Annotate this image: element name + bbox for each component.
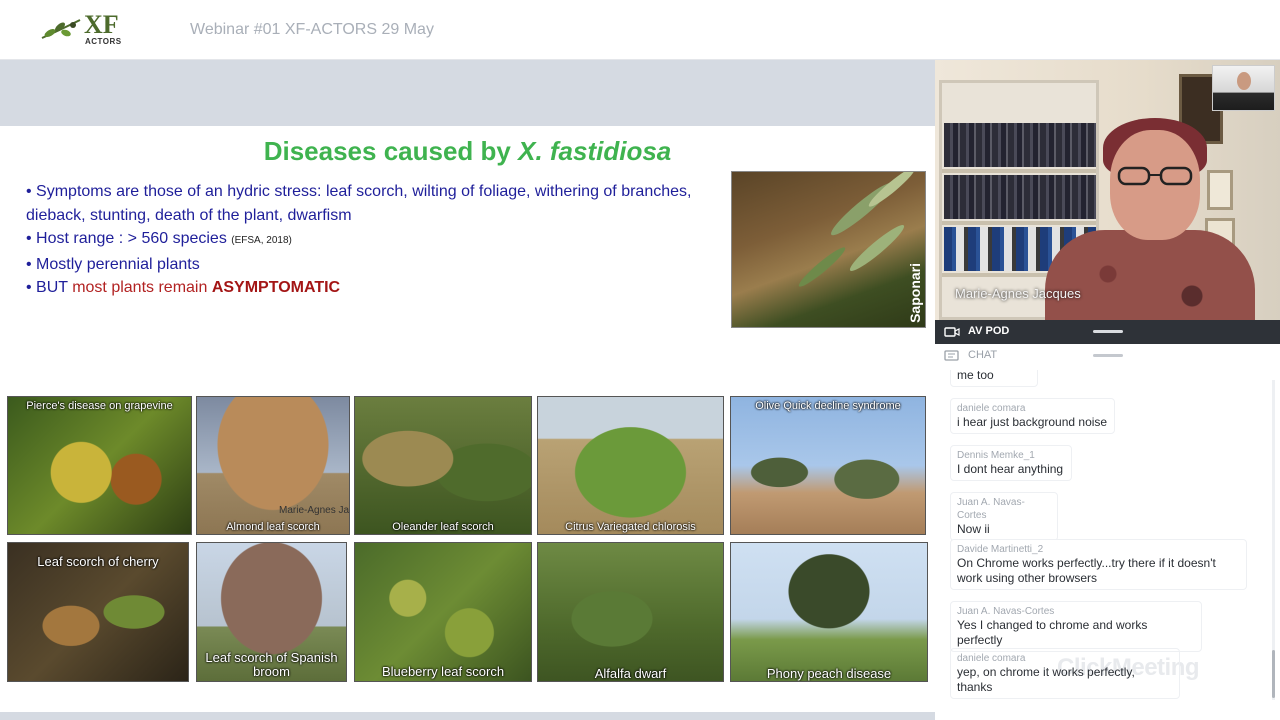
- chat-message-author: Dennis Memke_1: [957, 450, 1035, 461]
- camera-icon: [944, 327, 960, 337]
- tile-caption: Pierce's disease on grapevine: [26, 400, 173, 412]
- tile-caption: Blueberry leaf scorch: [381, 664, 505, 679]
- tile-almond: Marie-Agnes Jac Almond leaf scorch: [196, 396, 350, 535]
- bullet-host-range-citation: (EFSA, 2018): [231, 235, 292, 246]
- chat-message-author: Juan A. Navas-Cortes: [957, 497, 1025, 521]
- presentation-stage: Diseases caused by X. fastidiosa • Sympt…: [0, 60, 935, 720]
- chat-message-text: I dont hear anything: [957, 462, 1064, 476]
- tile-grapevine: Pierce's disease on grapevine: [7, 396, 192, 535]
- bullet-host-range-text: • Host range : > 560 species: [26, 230, 232, 247]
- tile-alfalfa: Alfalfa dwarf: [537, 542, 724, 682]
- chat-message-text: i hear just background noise: [957, 415, 1108, 429]
- glasses-icon: [1117, 166, 1193, 186]
- tile-caption: Citrus Variegated chlorosis: [565, 521, 696, 533]
- photo-credit: Saponari: [907, 263, 923, 323]
- slide-title-main: Diseases caused by: [263, 136, 519, 166]
- chat-bar[interactable]: CHAT: [935, 344, 1280, 368]
- speaker-name-label: Marie-Agnes Jacques: [955, 286, 1081, 301]
- tile-caption: Phony peach disease: [766, 666, 892, 681]
- tile-cherry: Leaf scorch of cherry: [7, 542, 189, 682]
- chat-message-text: On Chrome works perfectly...try there if…: [957, 556, 1216, 585]
- av-pod-label: AV POD: [968, 325, 1010, 337]
- tile-citrus: Citrus Variegated chlorosis: [537, 396, 724, 535]
- tile-blueberry: Blueberry leaf scorch: [354, 542, 532, 682]
- tile-caption: Leaf scorch of Spanish broom: [205, 650, 338, 679]
- tile-phony-peach: Phony peach disease: [730, 542, 928, 682]
- chat-message-author: daniele comara: [957, 403, 1026, 414]
- xf-actors-logo: XF ACTORS: [40, 12, 145, 48]
- bullet-perennial: • Mostly perennial plants: [26, 255, 200, 273]
- tile-caption: Oleander leaf scorch: [392, 521, 494, 533]
- chat-message: Juan A. Navas-Cortes Now ii: [950, 492, 1058, 541]
- webinar-title: Webinar #01 XF-ACTORS 29 May: [190, 21, 434, 38]
- right-panel: Marie-Agnes Jacques AV POD CHAT me too d…: [935, 60, 1280, 720]
- olive-branch-photo: Saponari: [731, 171, 926, 328]
- slide-title-species: X. fastidiosa: [518, 136, 672, 166]
- av-pod-collapse-handle[interactable]: [1093, 330, 1123, 333]
- chat-message: Juan A. Navas-Cortes Yes I changed to ch…: [950, 601, 1202, 652]
- tile-oleander: Oleander leaf scorch: [354, 396, 532, 535]
- self-view-thumbnail[interactable]: [1212, 65, 1275, 111]
- tile-olive: Olive Quick decline syndrome: [730, 396, 926, 535]
- chat-icon: [944, 350, 959, 361]
- bullet-host-range: • Host range : > 560 species (EFSA, 2018…: [26, 227, 716, 253]
- tile-caption: Alfalfa dwarf: [594, 666, 667, 681]
- slide-title: Diseases caused by X. fastidiosa: [0, 136, 935, 167]
- chat-messages[interactable]: me too daniele comara i hear just backgr…: [935, 370, 1280, 720]
- chat-message-text: Now ii: [957, 522, 990, 536]
- chat-message: daniele comara yep, on chrome it works p…: [950, 648, 1180, 699]
- chat-message-author: Davide Martinetti_2: [957, 544, 1044, 555]
- chat-label: CHAT: [968, 349, 998, 361]
- chat-message-author: Juan A. Navas-Cortes: [957, 606, 1055, 617]
- chat-collapse-handle[interactable]: [1093, 354, 1123, 357]
- slide: Diseases caused by X. fastidiosa • Sympt…: [0, 126, 935, 712]
- tile-caption: Leaf scorch of cherry: [37, 554, 159, 569]
- av-pod-bar[interactable]: AV POD: [935, 320, 1280, 344]
- presenter-video[interactable]: Marie-Agnes Jacques: [935, 60, 1280, 320]
- wall-frame: [1207, 170, 1233, 210]
- chat-message: daniele comara i hear just background no…: [950, 398, 1115, 434]
- bullet-asymptomatic-bold: ASYMPTOMATIC: [211, 279, 341, 296]
- presenter-body: [1045, 230, 1255, 320]
- tile-spanish-broom: Leaf scorch of Spanish broom: [196, 542, 347, 682]
- bullet-but: • BUT: [26, 279, 73, 296]
- chat-message-text: Yes I changed to chrome and works perfec…: [957, 618, 1148, 647]
- chat-message: Dennis Memke_1 I dont hear anything: [950, 445, 1072, 481]
- bullet-asymptomatic: • BUT most plants remain ASYMPTOMATIC: [26, 276, 716, 300]
- chat-message: me too: [950, 370, 1038, 387]
- chat-message: Davide Martinetti_2 On Chrome works perf…: [950, 539, 1247, 590]
- chat-message-text: me too: [957, 370, 994, 382]
- top-bar: XF ACTORS Webinar #01 XF-ACTORS 29 May: [0, 0, 1280, 60]
- bullet-red-text: most plants remain: [72, 279, 212, 296]
- logo-subtext: ACTORS: [85, 37, 122, 46]
- chat-scrollbar-thumb[interactable]: [1272, 650, 1275, 698]
- olive-branch-icon: [41, 19, 81, 39]
- chat-message-author: daniele comara: [957, 653, 1026, 664]
- tile-overlay-name: Marie-Agnes Jac: [279, 505, 350, 516]
- tile-caption: Almond leaf scorch: [226, 521, 320, 533]
- slide-bullets: • Symptoms are those of an hydric stress…: [26, 180, 716, 300]
- logo-text: XF: [84, 10, 119, 39]
- tile-caption: Olive Quick decline syndrome: [755, 400, 901, 412]
- bullet-symptoms: • Symptoms are those of an hydric stress…: [26, 183, 692, 224]
- chat-message-text: yep, on chrome it works perfectly, thank…: [957, 665, 1135, 694]
